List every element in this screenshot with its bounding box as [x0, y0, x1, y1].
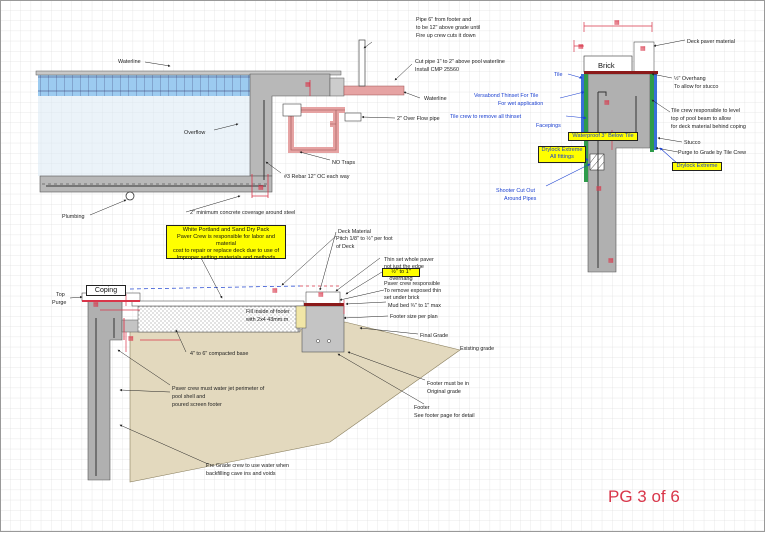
- svg-text:▦: ▦: [272, 288, 278, 294]
- no-traps-label: NO Traps: [332, 160, 355, 166]
- pitch-line-2: of Deck: [336, 244, 355, 250]
- coping-text: Coping: [94, 287, 118, 294]
- tile-crew-level-line-3: for deck material behind coping: [671, 124, 746, 130]
- svg-text:▦: ▦: [640, 46, 646, 52]
- cut-pipe-note-line-1: Cut pipe 1" to 2" above pool waterline: [415, 59, 505, 65]
- rebar-label: #3 Rebar 12" OC each way: [284, 174, 350, 180]
- footer-block: [301, 305, 345, 353]
- page-number-label: PG 3 of 6: [608, 487, 680, 506]
- waterline-right-label: Waterline: [424, 96, 447, 102]
- final-grade-label: Final Grade: [420, 333, 448, 339]
- mud-bed-label: Mud bed ¾" to 1" max: [388, 303, 441, 309]
- svg-text:▦: ▦: [604, 100, 610, 106]
- water-jet-line-2: pool shell and: [172, 394, 205, 400]
- drylock-fittings-line-1: Drylock Extreme: [541, 147, 583, 153]
- svg-text:▦: ▦: [93, 302, 99, 308]
- thin-set-line-1: Thin set whole paver: [384, 257, 434, 263]
- shooter-line-1: Shooter Cut Out: [496, 188, 535, 194]
- top-purge-line-2: Purge: [52, 300, 66, 306]
- drylock-fittings-highlight: Drylock Extreme All fittings: [538, 146, 586, 163]
- svg-text:▦: ▦: [596, 186, 602, 192]
- drylock-extreme-highlight: Drylock Extreme: [672, 162, 722, 171]
- overflow-pipe-label: 2" Over Flow pipe: [397, 116, 440, 122]
- pipe-note-line-2: to be 12" above grade until: [416, 25, 480, 31]
- svg-text:▦: ▦: [318, 292, 324, 298]
- pool-tile-band: [38, 74, 250, 96]
- compacted-base-label: 4" to 6" compacted base: [190, 351, 248, 357]
- purge-label: Purge to Grade by Tile Crew: [678, 150, 746, 156]
- footer-detail-line-2: See footer page for detail: [414, 413, 475, 419]
- water-jet-line-3: poured screen footer: [172, 402, 222, 408]
- svg-text:▦: ▦: [128, 336, 134, 342]
- dry-pack-note: White Portland and Sand Dry Pack Paver C…: [166, 225, 286, 261]
- waterproof-text: Waterproof 3" Below Tile: [572, 133, 634, 139]
- waterline-pipe: [343, 85, 405, 96]
- pipe-note-line-3: Fire up crew cuts it down: [416, 33, 476, 39]
- water-jet-line-1: Paver crew must water jet perimeter of: [172, 386, 265, 392]
- overhang-line-1: ½" Overhang: [674, 75, 706, 82]
- dry-pack-line-3: cost to repair or replace deck due to us…: [172, 248, 280, 254]
- overhang-line-2: To allow for stucco: [674, 84, 718, 90]
- waterline-top-label: Waterline: [118, 59, 141, 65]
- existing-grade-label: Existing grade: [460, 346, 494, 352]
- tile-crew-thinset-line-2: Facepings: [536, 123, 561, 129]
- overhang-text: ½" to 1" overhang: [389, 269, 413, 282]
- plumbing-label: Plumbing: [62, 214, 84, 220]
- svg-text:▦: ▦: [578, 44, 584, 50]
- footer-fill-line-1: Fill inside of footer: [246, 309, 290, 315]
- concrete-coverage-label: 2" minimum concrete coverage around stee…: [190, 210, 295, 216]
- paver-crew-line-3: set under brick: [384, 295, 420, 301]
- tile-crew-level-line-2: top of pool beam to allow: [671, 116, 731, 122]
- pre-grade-line-2: backfilling cave ins and voids: [206, 471, 276, 477]
- cut-pipe-note-line-2: Install CMP 25560: [415, 67, 459, 73]
- footer-original-line-1: Footer must be in: [427, 381, 469, 387]
- top-purge-line-1: Top: [56, 292, 65, 298]
- versabond-line-1: Versabond Thinset For Tile: [474, 93, 538, 99]
- pool-construction-diagram: ▦ ▦ ▦ ▦ ▦ ▦ ▦ ▦ ▦ ▦ ▦ ▦ Waterline Pipe 6…: [0, 0, 765, 532]
- dry-pack-line-4: Improper setting materials and methods: [176, 255, 276, 261]
- tile-crew-thinset-line-1: Tile crew to remove all thinset: [450, 114, 522, 120]
- deck-paver-label: Deck paver material: [687, 39, 735, 45]
- overhang-highlight: ½" to 1" overhang: [382, 268, 420, 282]
- svg-text:▦: ▦: [614, 20, 620, 26]
- tile-crew-level-line-1: Tile crew responsible to level: [671, 108, 740, 114]
- footer-size-label: Footer size per plan: [390, 314, 438, 320]
- stucco-label: Stucco: [684, 140, 700, 146]
- pool-water: [38, 96, 250, 176]
- deck-material-label: Deck Material: [338, 229, 371, 235]
- drylock-extreme-text: Drylock Extreme: [676, 163, 718, 169]
- overflow-label: Overflow: [184, 130, 205, 136]
- drawing-sheet: ▦ ▦ ▦ ▦ ▦ ▦ ▦ ▦ ▦ ▦ ▦ ▦ Waterline Pipe 6…: [0, 0, 765, 532]
- waterproof-highlight: Waterproof 3" Below Tile: [568, 132, 638, 141]
- versabond-line-2: For wet application: [498, 101, 543, 107]
- drylock-fittings-line-2: All fittings: [550, 154, 574, 160]
- footer-original-line-2: Original grade: [427, 389, 461, 395]
- pre-grade-line-1: Pre Grade crew to use water when: [206, 463, 289, 469]
- footer-fill-line-2: with 2x4 43mm.m: [245, 317, 289, 323]
- pipe-note-line-1: Pipe 6" from footer and: [416, 17, 471, 23]
- paver-crew-line-2: To remove exposed thin: [384, 288, 441, 294]
- svg-text:▦: ▦: [305, 82, 311, 88]
- dry-pack-line-1: White Portland and Sand Dry Pack: [182, 227, 270, 233]
- svg-text:▦: ▦: [258, 185, 264, 191]
- pitch-line-1: Pitch 1/8" to ½" per foot: [336, 235, 393, 242]
- svg-text:▦: ▦: [608, 258, 614, 264]
- coping-label: Coping: [86, 285, 126, 296]
- footer-detail-line-1: Footer: [414, 405, 430, 411]
- shooter-line-2: Around Pipes: [504, 196, 537, 202]
- tile-label: Tile: [554, 72, 563, 78]
- dry-pack-line-2: Paver Crew is responsible for labor and …: [177, 234, 275, 247]
- brick-label: Brick: [598, 61, 615, 70]
